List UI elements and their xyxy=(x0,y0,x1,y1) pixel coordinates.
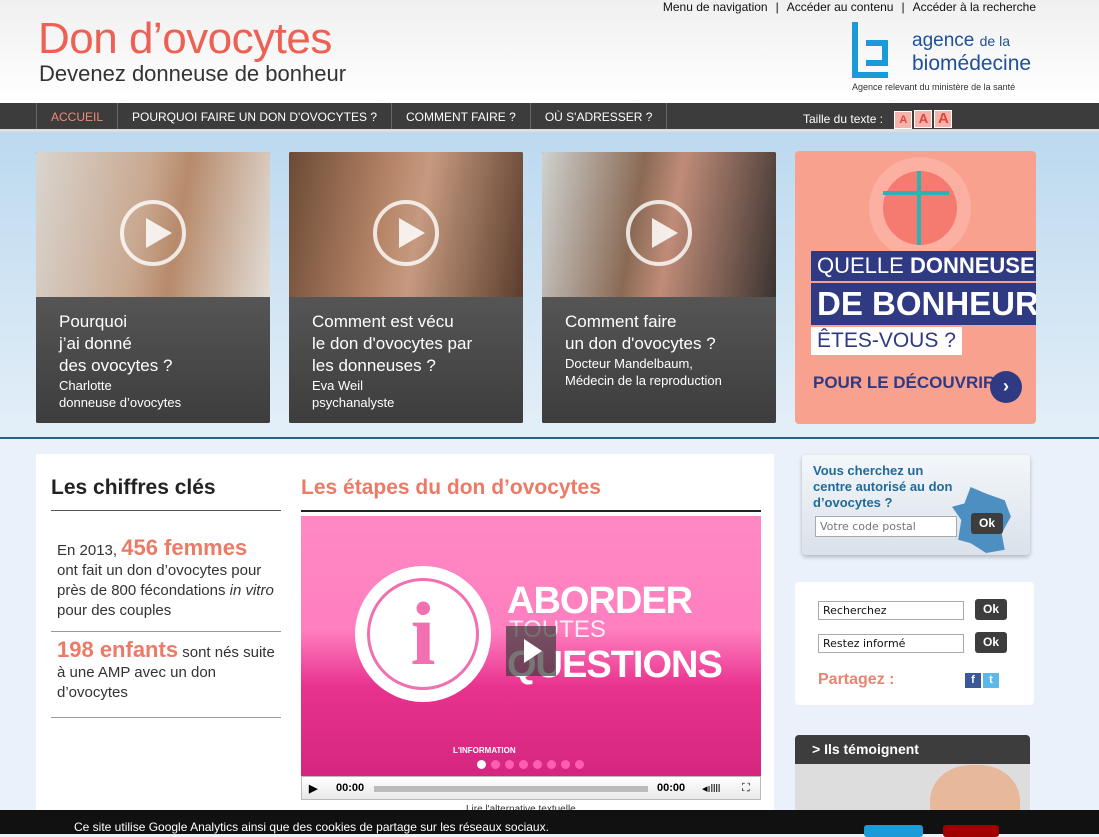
logo-text: agence xyxy=(912,30,975,51)
slide-dot[interactable] xyxy=(477,760,486,769)
agence-biomedecine-logo[interactable]: agence de la biomédecine Agence relevant… xyxy=(852,22,1037,94)
volume-icon[interactable]: ◂ıllll xyxy=(702,782,720,795)
slide-caption: L'INFORMATION xyxy=(453,746,516,755)
slide-dot[interactable] xyxy=(547,760,556,769)
ribbon xyxy=(883,191,949,195)
chevron-right-icon[interactable]: › xyxy=(990,371,1022,403)
text-size-control: Taille du texte : AAA xyxy=(803,110,953,129)
promo-line: ÊTES-VOUS ? xyxy=(811,327,962,355)
slide-dot[interactable] xyxy=(575,760,584,769)
nav-pourquoi[interactable]: Pourquoi faire un don d'ovocytes ? xyxy=(117,103,391,129)
nav-comment-faire[interactable]: Comment faire ? xyxy=(391,103,530,129)
video-player[interactable]: i ABORDER TOUTES QUESTIONS L'INFORMATION xyxy=(301,516,761,800)
site-subtitle: Devenez donneuse de bonheur xyxy=(39,61,347,86)
nav-accueil[interactable]: Accueil xyxy=(36,103,117,129)
link-menu-navigation[interactable]: Menu de navigation xyxy=(663,0,768,14)
video-speaker: Docteur Mandelbaum, Médecin de la reprodu… xyxy=(565,356,722,388)
text-size-label: Taille du texte : xyxy=(803,112,884,126)
slide-dot[interactable] xyxy=(505,760,514,769)
skip-links: Menu de navigation | Accéder au contenu | Ac… xyxy=(662,0,1036,14)
cookie-accept-button[interactable] xyxy=(864,825,923,837)
slide-dot[interactable] xyxy=(561,760,570,769)
ribbon xyxy=(917,171,921,245)
slide-dot[interactable] xyxy=(533,760,542,769)
etapes-title: Les étapes du don d’ovocytes xyxy=(301,476,601,499)
divider xyxy=(301,510,761,512)
newsletter-ok-button[interactable]: Ok xyxy=(975,632,1007,653)
video-card[interactable]: Comment est vécu le don d'ovocytes par les… xyxy=(289,152,523,423)
play-icon[interactable] xyxy=(626,200,692,266)
promo-banner[interactable]: QUELLE DONNEUSE DE BONHEUR ÊTES-VOUS ? P… xyxy=(795,151,1036,424)
search-panel: Ok Ok Partagez : f t xyxy=(795,582,1034,705)
fullscreen-icon[interactable]: ⛶ xyxy=(742,782,750,795)
site-title[interactable]: Don d’ovocytes xyxy=(38,14,332,64)
play-icon[interactable] xyxy=(506,626,556,676)
play-icon[interactable]: ▶ xyxy=(309,782,317,795)
cookie-refuse-button[interactable] xyxy=(943,825,999,837)
promo-line: DE BONHEUR xyxy=(811,283,1036,325)
divider xyxy=(51,717,281,718)
stat-femmes: En 2013, 456 femmes ont fait un don d’ovo… xyxy=(57,535,274,620)
hero-section: Pourquoi j’ai donné des ovocytes ? Charlott… xyxy=(0,132,1099,439)
slide-dot[interactable] xyxy=(491,760,500,769)
facebook-icon[interactable]: f xyxy=(965,673,981,688)
locator-question: Vous cherchez un centre autorisé au don … xyxy=(813,463,953,510)
share-label: Partagez : xyxy=(818,671,895,688)
logo-text: de la xyxy=(979,33,1010,49)
center-locator: Vous cherchez un centre autorisé au don … xyxy=(802,455,1030,555)
cookie-text: Ce site utilise Google Analytics ainsi q… xyxy=(74,820,549,834)
text-size-small-button[interactable]: A xyxy=(894,111,913,129)
seek-bar[interactable] xyxy=(374,786,648,792)
postal-code-input[interactable] xyxy=(815,516,957,537)
video-card[interactable]: Comment faire un don d'ovocytes ? Docteur … xyxy=(542,152,776,423)
main-content: Les chiffres clés En 2013, 456 femmes ont… xyxy=(36,454,774,834)
video-question: Comment faire un don d'ovocytes ? xyxy=(565,312,716,353)
info-icon: i xyxy=(367,578,479,690)
divider xyxy=(51,631,281,632)
text-size-large-button[interactable]: A xyxy=(934,110,953,128)
divider xyxy=(51,510,281,511)
link-acceder-contenu[interactable]: Accéder au contenu xyxy=(787,0,894,14)
promo-cta[interactable]: POUR LE DÉCOUVRIR xyxy=(813,373,995,393)
nav-ou-sadresser[interactable]: Où s'adresser ? xyxy=(529,103,668,129)
promo-line: QUELLE DONNEUSE xyxy=(811,251,1036,281)
video-question: Comment est vécu le don d'ovocytes par les… xyxy=(312,312,473,375)
temoignages-title[interactable]: > Ils témoignent xyxy=(795,735,1030,764)
header: Menu de navigation | Accéder au contenu | Ac… xyxy=(0,0,1099,103)
video-card[interactable]: Pourquoi j’ai donné des ovocytes ? Charlott… xyxy=(36,152,270,423)
locator-ok-button[interactable]: Ok xyxy=(971,513,1003,534)
play-icon[interactable] xyxy=(120,200,186,266)
video-question: Pourquoi j’ai donné des ovocytes ? xyxy=(59,312,173,375)
play-icon[interactable] xyxy=(373,200,439,266)
logo-mark-icon xyxy=(866,40,888,66)
video-controls: ▶ 00:00 00:00 ◂ıllll ⛶ xyxy=(301,776,761,800)
search-input[interactable] xyxy=(818,601,964,620)
cookie-banner: Ce site utilise Google Analytics ainsi q… xyxy=(0,810,1099,837)
time-total: 00:00 xyxy=(657,782,686,794)
time-current: 00:00 xyxy=(336,782,365,794)
main-nav: Accueil Pourquoi faire un don d'ovocytes… xyxy=(0,103,1099,132)
logo-tagline: Agence relevant du ministère de la santé xyxy=(852,82,1016,92)
slide-dot[interactable] xyxy=(519,760,528,769)
chiffres-title: Les chiffres clés xyxy=(51,476,216,499)
video-speaker: Charlotte donneuse d’ovocytes xyxy=(59,378,182,410)
stat-enfants: 198 enfants sont nés suite à une AMP ave… xyxy=(57,637,275,702)
logo-text: biomédecine xyxy=(912,52,1032,75)
twitter-icon[interactable]: t xyxy=(983,673,999,688)
newsletter-input[interactable] xyxy=(818,634,964,653)
video-speaker: Eva Weil psychanalyste xyxy=(312,378,395,410)
slide-dots xyxy=(477,760,584,769)
search-ok-button[interactable]: Ok xyxy=(975,599,1007,620)
text-size-medium-button[interactable]: A xyxy=(914,110,933,128)
link-acceder-recherche[interactable]: Accéder à la recherche xyxy=(913,0,1036,14)
